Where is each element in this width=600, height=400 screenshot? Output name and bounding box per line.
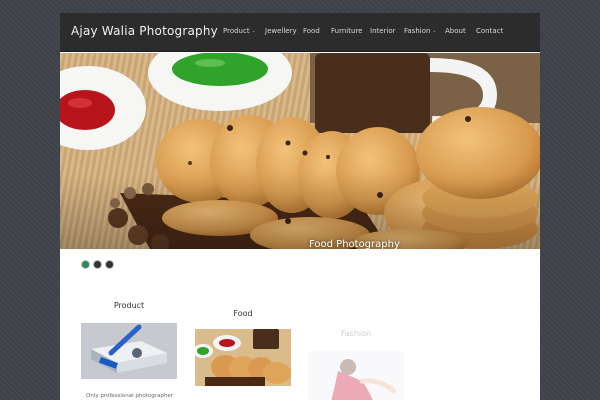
slider-dot-3[interactable] (106, 261, 113, 268)
nav-item-label: Fashion (404, 27, 431, 35)
nav-item-about[interactable]: About (445, 27, 466, 35)
nav-item-furniture[interactable]: Furniture (331, 27, 362, 35)
nav-item-label: About (445, 27, 466, 35)
feature-product: Product (81, 301, 177, 310)
tea-cup (315, 53, 430, 133)
product-image (81, 323, 177, 379)
nav-item-label: Contact (476, 27, 504, 35)
chevron-down-icon: ⌄ (432, 28, 437, 34)
hero-image (60, 53, 540, 249)
header-bar: Ajay Walia Photography Product ⌄ Jeweller… (60, 13, 540, 52)
nav-item-label: Food (303, 27, 320, 35)
feature-title[interactable]: Fashion (308, 329, 404, 338)
fashion-image (308, 351, 404, 400)
nav-item-label: Jewellery (265, 27, 297, 35)
nav-item-interior[interactable]: Interior (370, 27, 396, 35)
nav-item-product[interactable]: Product ⌄ (223, 27, 256, 35)
nav-item-label: Furniture (331, 27, 363, 35)
feature-food: Food (195, 309, 291, 318)
slider-dot-1[interactable] (82, 261, 89, 268)
site-container: Ajay Walia Photography Product ⌄ Jeweller… (60, 13, 540, 400)
chevron-down-icon: ⌄ (251, 28, 256, 34)
nav-item-label: Product (223, 27, 250, 35)
feature-fashion-thumb[interactable] (308, 351, 404, 400)
hero-slider[interactable]: Food Photography (60, 53, 540, 249)
sauce-bowl-red (60, 66, 146, 150)
nav-item-food[interactable]: Food (303, 27, 320, 35)
hero-caption: Food Photography (309, 239, 400, 249)
nav-item-contact[interactable]: Contact (476, 27, 503, 35)
feature-product-text: Only professional photographer (86, 393, 174, 399)
feature-title[interactable]: Product (81, 301, 177, 310)
nav-item-label: Interior (370, 27, 396, 35)
sauce-bowl-green (148, 53, 292, 111)
nav-item-jewellery[interactable]: Jewellery (265, 27, 297, 35)
feature-product-thumb[interactable] (81, 323, 177, 379)
feature-food-thumb[interactable] (195, 329, 291, 386)
site-title[interactable]: Ajay Walia Photography (71, 24, 218, 38)
feature-fashion: Fashion (308, 329, 404, 338)
feature-title[interactable]: Food (195, 309, 291, 318)
food-image (195, 329, 291, 386)
slider-dot-2[interactable] (94, 261, 101, 268)
nav-item-fashion[interactable]: Fashion ⌄ (404, 27, 437, 35)
